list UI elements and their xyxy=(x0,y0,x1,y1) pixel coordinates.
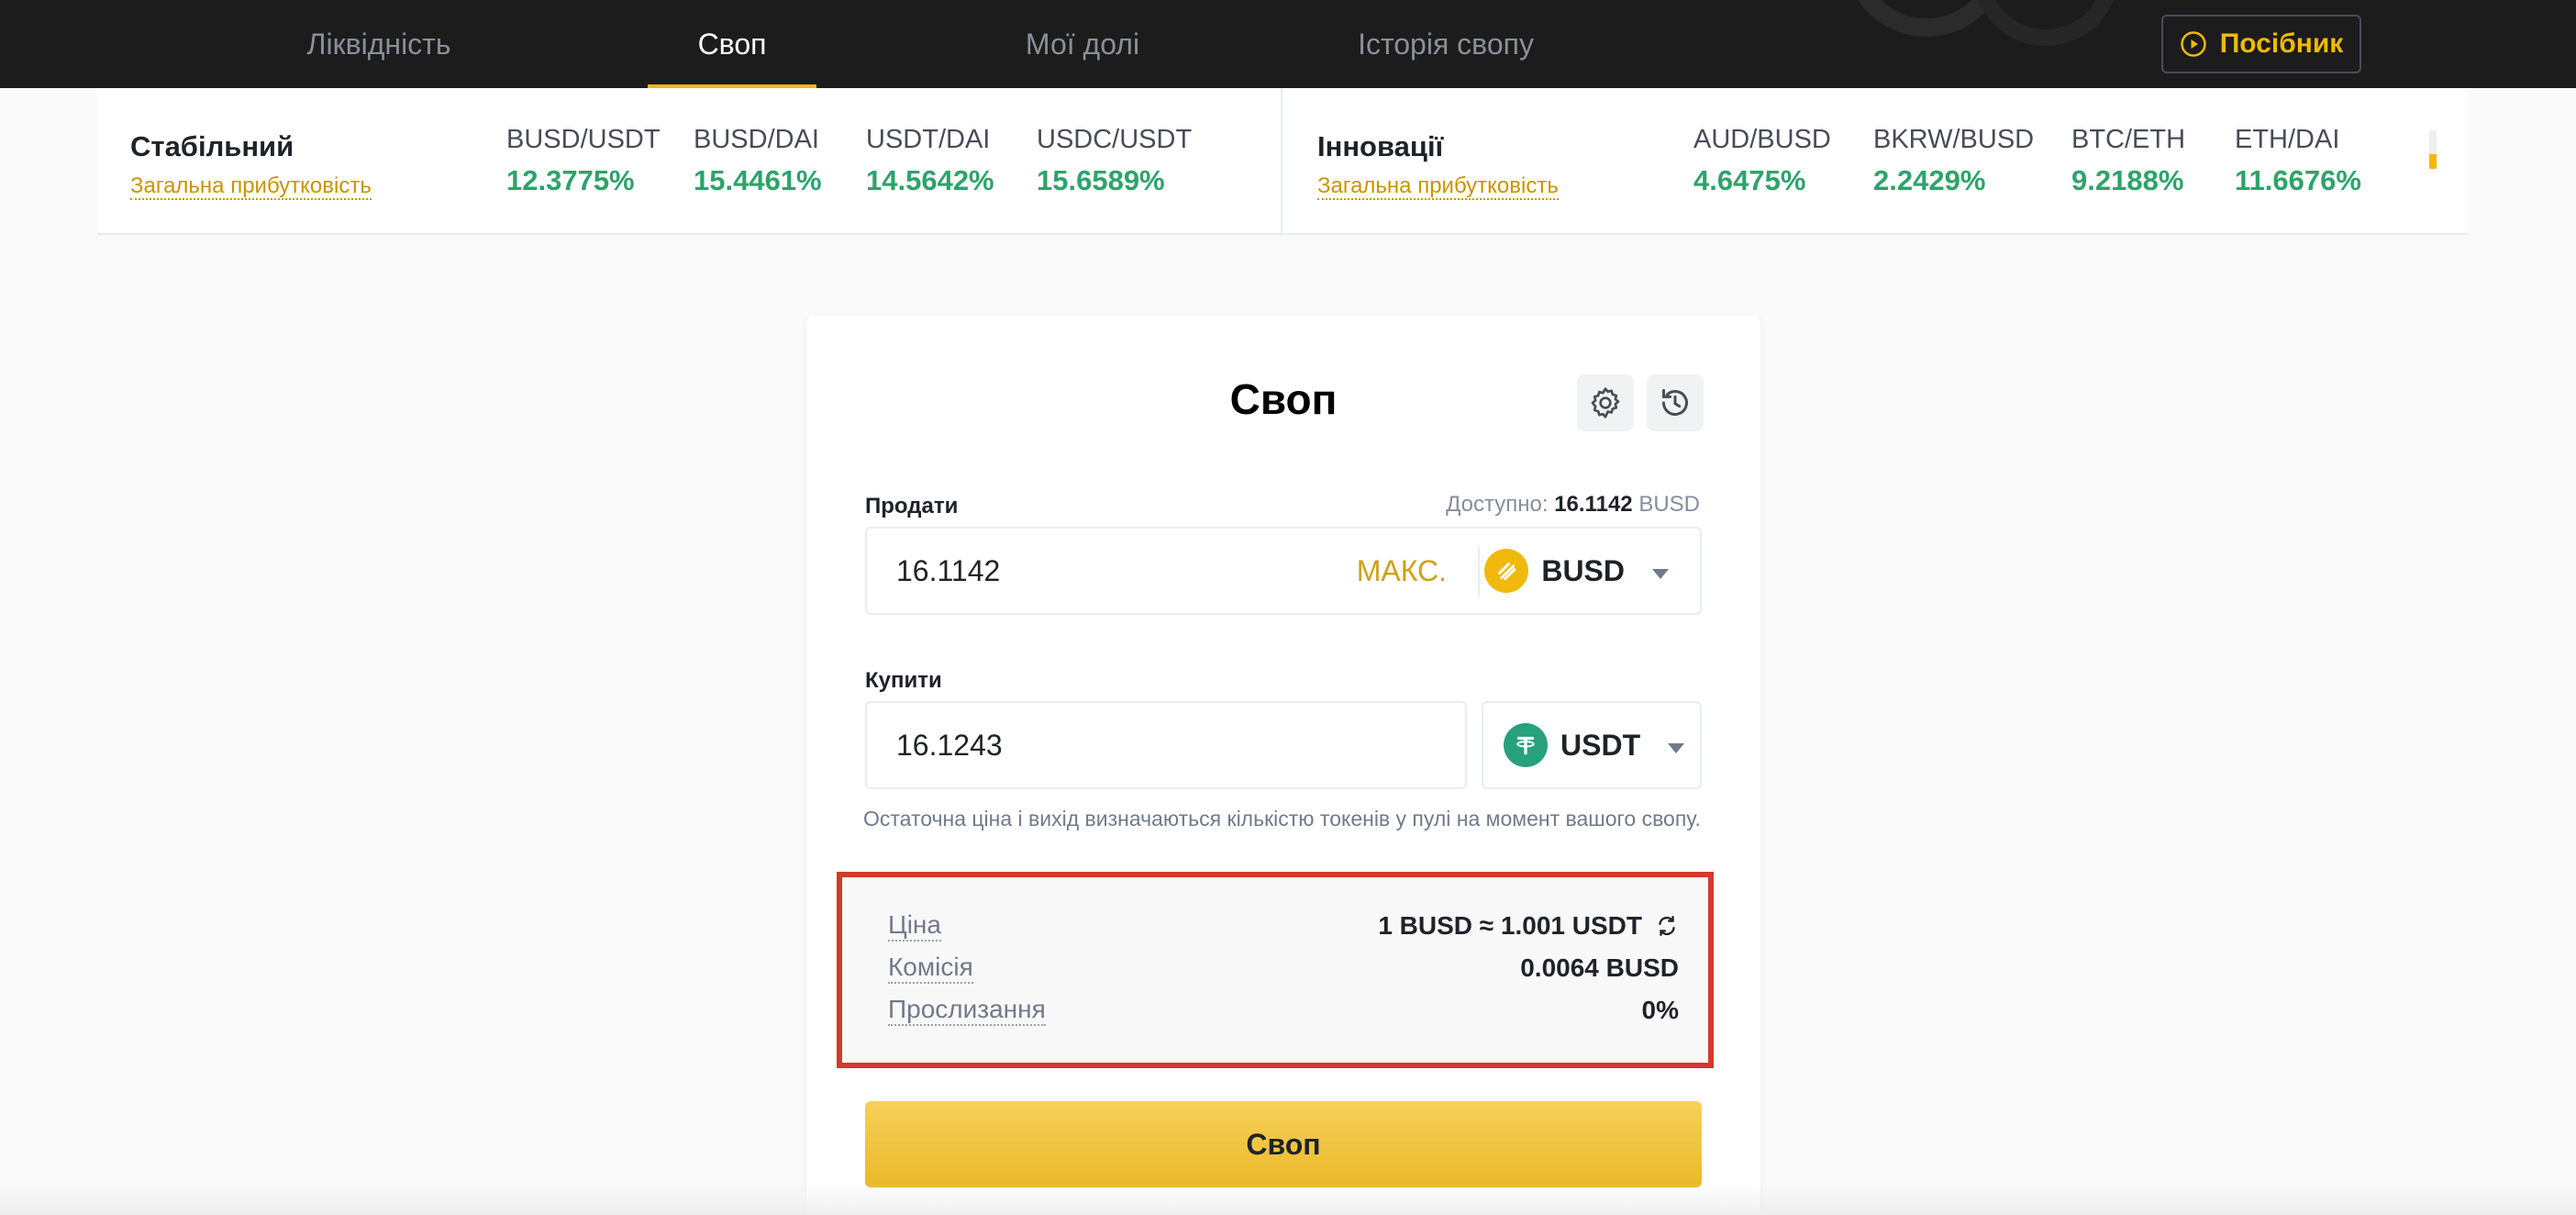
sell-token-name: BUSD xyxy=(1541,553,1625,587)
chevron-down-icon xyxy=(1652,568,1669,579)
pair-yield: 15.4461% xyxy=(694,164,822,196)
pair-yield: 15.6589% xyxy=(1037,164,1165,196)
yield-pair[interactable]: AUD/BUSD 4.6475% xyxy=(1693,125,1831,197)
yield-pair[interactable]: BKRW/BUSD 2.2429% xyxy=(1873,125,2034,197)
pair-yield: 12.3775% xyxy=(506,164,635,196)
pair-yield: 14.5642% xyxy=(866,164,994,196)
section-divider xyxy=(1281,88,1282,235)
price-note: Остаточна ціна і вихід визначаються кіль… xyxy=(863,807,1701,830)
available-balance: Доступно: 16.1142 BUSD xyxy=(1446,492,1700,518)
buy-input-box: 16.1243 xyxy=(865,701,1467,789)
sell-token-selector[interactable]: BUSD xyxy=(1484,541,1669,600)
price-value-wrap: 1 BUSD ≈ 1.001 USDT xyxy=(1378,911,1679,941)
swap-card: Своп Продати Доступно: 16.1142 BUSD 16.1… xyxy=(806,316,1760,1215)
pair-name: BUSD/USDT xyxy=(506,125,661,154)
innovation-title: Інновації xyxy=(1317,130,1444,162)
top-nav: Ліквідність Своп Мої долі Історія свопу … xyxy=(0,0,2576,88)
buy-token-box: USDT xyxy=(1482,701,1702,789)
usdt-token-icon xyxy=(1504,723,1548,767)
sell-input-box: 16.1142 МАКС. BUSD xyxy=(865,527,1702,615)
buy-label: Купити xyxy=(865,668,942,693)
settings-button[interactable] xyxy=(1577,374,1634,431)
buy-token-selector[interactable]: USDT xyxy=(1504,716,1685,775)
stable-title: Стабільний xyxy=(130,130,294,162)
yield-pair[interactable]: ETH/DAI 11.6676% xyxy=(2235,125,2361,197)
swap-direction-icon[interactable] xyxy=(1655,914,1679,938)
sell-label: Продати xyxy=(865,494,959,518)
yield-pair[interactable]: BUSD/DAI 15.4461% xyxy=(694,125,822,197)
available-amount: 16.1142 xyxy=(1554,492,1633,517)
fee-label[interactable]: Комісія xyxy=(888,953,973,985)
pair-yield: 11.6676% xyxy=(2235,164,2361,196)
buy-token-name: USDT xyxy=(1560,728,1641,762)
history-button[interactable] xyxy=(1647,374,1704,431)
yield-pair[interactable]: BTC/ETH 9.2188% xyxy=(2071,125,2185,197)
input-divider xyxy=(1478,547,1480,596)
price-row: Ціна 1 BUSD ≈ 1.001 USDT xyxy=(888,910,1679,942)
pair-yield: 2.2429% xyxy=(1873,164,1986,196)
price-value: 1 BUSD ≈ 1.001 USDT xyxy=(1378,911,1642,941)
chevron-down-icon xyxy=(1668,742,1685,753)
fee-value: 0.0064 BUSD xyxy=(1520,953,1679,983)
slippage-value: 0% xyxy=(1641,996,1679,1025)
strip-scrollbar[interactable] xyxy=(2429,130,2437,169)
decorative-ring xyxy=(1972,0,2119,46)
pair-name: AUD/BUSD xyxy=(1693,125,1831,154)
yield-strip: Стабільний Загальна прибутковість BUSD/U… xyxy=(97,88,2468,235)
tab-my-shares[interactable]: Мої долі xyxy=(1018,0,1147,88)
tab-swap[interactable]: Своп xyxy=(648,0,816,88)
buy-amount-input[interactable]: 16.1243 xyxy=(896,703,1003,787)
history-icon xyxy=(1662,388,1688,416)
pair-name: ETH/DAI xyxy=(2235,125,2340,154)
yield-pair[interactable]: USDC/USDT 15.6589% xyxy=(1037,125,1192,197)
yield-pair[interactable]: USDT/DAI 14.5642% xyxy=(866,125,994,197)
pair-name: BKRW/BUSD xyxy=(1873,125,2035,154)
stable-total-yield-link[interactable]: Загальна прибутковість xyxy=(130,173,372,201)
sell-amount-input[interactable]: 16.1142 xyxy=(896,529,1000,613)
available-token: BUSD xyxy=(1638,492,1700,517)
tab-liquidity[interactable]: Ліквідність xyxy=(292,0,466,88)
busd-token-icon xyxy=(1484,549,1529,593)
price-label[interactable]: Ціна xyxy=(888,910,941,942)
slippage-label[interactable]: Прослизання xyxy=(888,995,1046,1027)
innovation-total-yield-link[interactable]: Загальна прибутковість xyxy=(1317,173,1559,201)
guide-label: Посібник xyxy=(2219,28,2344,59)
fee-row: Комісія 0.0064 BUSD xyxy=(888,953,1679,985)
swap-button[interactable]: Своп xyxy=(865,1101,1702,1187)
tab-swap-history[interactable]: Історія свопу xyxy=(1336,0,1556,88)
pair-name: USDC/USDT xyxy=(1037,125,1193,154)
swap-details-box: Ціна 1 BUSD ≈ 1.001 USDT Комісія 0.0064 … xyxy=(837,872,1714,1068)
play-circle-icon xyxy=(2180,31,2206,57)
pair-yield: 4.6475% xyxy=(1693,164,1806,196)
pair-name: BTC/ETH xyxy=(2071,125,2186,154)
pair-name: USDT/DAI xyxy=(866,125,991,154)
guide-button[interactable]: Посібник xyxy=(2161,15,2361,73)
gear-icon xyxy=(1591,387,1620,418)
pair-name: BUSD/DAI xyxy=(694,125,819,154)
yield-pair[interactable]: BUSD/USDT 12.3775% xyxy=(506,125,661,197)
slippage-row: Прослизання 0% xyxy=(888,995,1679,1027)
pair-yield: 9.2188% xyxy=(2071,164,2184,196)
max-button[interactable]: МАКС. xyxy=(1357,529,1447,613)
available-prefix: Доступно: xyxy=(1446,492,1549,517)
